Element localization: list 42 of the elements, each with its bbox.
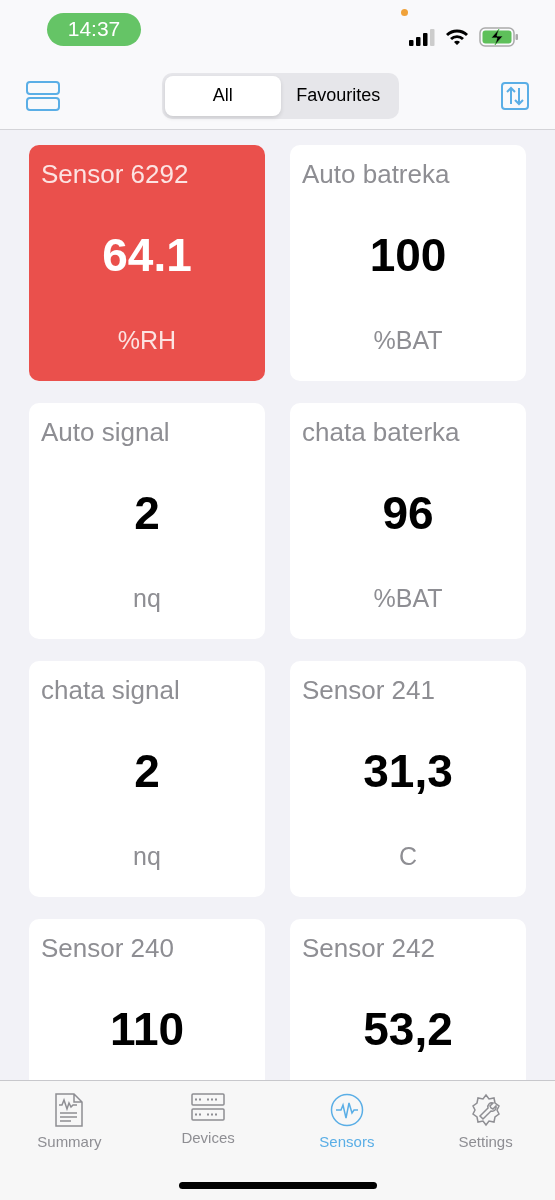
sensor-card[interactable]: chata signal 2 nq (29, 661, 265, 897)
sensor-unit: nq (133, 842, 161, 871)
sensor-card[interactable]: Sensor 242 53,2 (290, 919, 526, 1080)
sensor-card[interactable]: Sensor 240 110 (29, 919, 265, 1080)
sensor-value: 31,3 (363, 744, 453, 798)
sensor-unit: %RH (117, 326, 177, 355)
sensor-card[interactable]: Sensor 241 31,3 C (290, 661, 526, 897)
sensor-unit: %BAT (373, 584, 443, 613)
sensor-value: 53,2 (363, 1002, 453, 1056)
sensor-name: Auto batreka (302, 159, 451, 190)
sensor-value: 2 (134, 744, 160, 798)
sensor-name: Auto signal (41, 417, 171, 448)
sensor-card[interactable]: Sensor 6292 64.1 %RH (29, 145, 265, 381)
sensor-card[interactable]: Auto batreka 100 %BAT (290, 145, 526, 381)
status-time: 14:37 (47, 12, 141, 46)
server-icon (191, 1093, 226, 1123)
sensor-card[interactable]: Auto signal 2 nq (29, 403, 265, 639)
segment-tab[interactable]: Favourites (280, 75, 396, 116)
privacy-indicator-icon (401, 9, 408, 16)
sensor-name: Sensor 6292 (41, 159, 190, 190)
layout-icon[interactable] (26, 80, 60, 111)
wifi-icon (445, 28, 469, 46)
sensor-card[interactable]: chata baterka 96 %BAT (290, 403, 526, 639)
segment-tab[interactable]: All (165, 75, 281, 116)
sensor-value: 100 (369, 228, 447, 282)
sensor-unit: C (398, 842, 418, 871)
signal-icon (409, 28, 435, 46)
sensor-unit: %BAT (373, 326, 443, 355)
sensor-name: Sensor 241 (302, 675, 436, 706)
sensor-unit: nq (133, 584, 161, 613)
sensor-name: chata signal (41, 675, 181, 706)
sort-icon[interactable] (501, 81, 529, 110)
sensor-name: Sensor 240 (41, 933, 175, 964)
document-icon (55, 1093, 84, 1127)
battery-charging-icon (479, 27, 519, 47)
sensor-value: 64.1 (102, 228, 192, 282)
sensor-name: Sensor 242 (302, 933, 436, 964)
sensor-value: 96 (382, 486, 434, 540)
sensor-value: 2 (134, 486, 160, 540)
waveform-icon (329, 1093, 364, 1127)
sensor-name: chata baterka (302, 417, 461, 448)
sensor-value: 110 (109, 1002, 185, 1056)
